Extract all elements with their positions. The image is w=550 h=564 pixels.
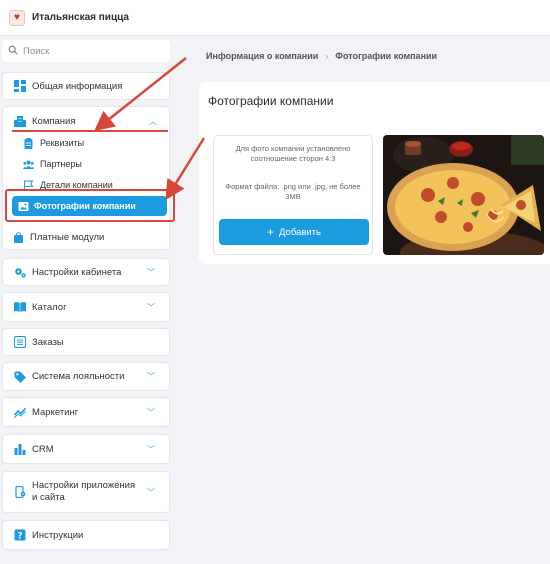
- page-title: Фотографии компании: [208, 94, 334, 108]
- search-icon: [8, 42, 18, 60]
- chevron-down-icon[interactable]: ﹀: [147, 444, 155, 455]
- annotation-highlight-box: [5, 189, 175, 222]
- sidebar-item-loyalty[interactable]: Система лояльности ﹀: [2, 362, 170, 391]
- sidebar-item-catalog[interactable]: Каталог ﹀: [2, 292, 170, 322]
- phone-settings-icon: [13, 486, 26, 499]
- annotation-underline: [12, 130, 168, 132]
- sidebar-item-label: Настройки приложения: [32, 480, 136, 491]
- help-icon: ?: [13, 529, 26, 542]
- sidebar-item-app-settings[interactable]: Настройки приложения и сайта ﹀: [2, 471, 170, 513]
- people-icon: [22, 158, 34, 170]
- sidebar-subitem-label: Партнеры: [40, 159, 82, 169]
- upload-card: Для фото компании установлено соотношение…: [213, 135, 373, 255]
- chevron-down-icon[interactable]: ﹀: [147, 407, 155, 418]
- sidebar-item-label: Платные модули: [30, 231, 105, 243]
- brand-logo: ♥: [9, 9, 25, 26]
- upload-hint-ratio: Для фото компании установлено соотношение…: [235, 144, 351, 163]
- sidebar-item-label-continued: и сайта: [32, 492, 65, 503]
- sidebar-item-label: Система лояльности: [32, 371, 125, 382]
- sidebar-item-marketing[interactable]: Маркетинг ﹀: [2, 397, 170, 427]
- sidebar-item-instructions[interactable]: ? Инструкции: [2, 520, 170, 550]
- tag-icon: [13, 370, 26, 383]
- sidebar-item-label: Настройки кабинета: [32, 266, 122, 278]
- svg-text:?: ?: [17, 531, 22, 541]
- company-photo-pizza[interactable]: [383, 135, 544, 255]
- list-icon: [13, 336, 26, 349]
- top-bar: ♥ Итальянская пицца: [0, 0, 550, 36]
- dashboard-icon: [13, 80, 26, 93]
- sidebar-item-cabinet-settings[interactable]: Настройки кабинета ﹀: [2, 258, 170, 286]
- trend-icon: [13, 406, 26, 419]
- sidebar-item-crm[interactable]: CRM ﹀: [2, 434, 170, 464]
- upload-hint-format: Формат файла: .png или .jpg, не более 3MB: [225, 182, 361, 201]
- search-input[interactable]: [23, 45, 163, 57]
- bag-icon: [12, 231, 24, 243]
- photos-panel: Фотографии компании Для фото компании ус…: [199, 82, 550, 264]
- sidebar-item-label: Компания: [32, 115, 76, 127]
- plus-icon: +: [266, 225, 274, 239]
- building-icon: [13, 115, 26, 128]
- chevron-up-icon[interactable]: ︿: [149, 116, 157, 127]
- sidebar-subitem-label: Реквизиты: [40, 138, 85, 148]
- sidebar-search: [2, 40, 170, 62]
- sidebar-subitem-partners[interactable]: Партнеры: [22, 155, 82, 173]
- chevron-down-icon[interactable]: ﹀: [147, 371, 155, 382]
- bar-chart-icon: [13, 443, 26, 456]
- add-photo-button[interactable]: + Добавить: [219, 219, 369, 245]
- add-photo-label: Добавить: [279, 226, 321, 238]
- breadcrumb-parent[interactable]: Информация о компании: [206, 51, 318, 61]
- sidebar-item-label: Маркетинг: [32, 406, 79, 418]
- clipboard-icon: [22, 137, 34, 149]
- sidebar-item-paid-modules[interactable]: Платные модули: [12, 228, 104, 246]
- sidebar-item-general[interactable]: Общая информация: [2, 72, 170, 100]
- sidebar-item-orders[interactable]: Заказы: [2, 328, 170, 356]
- sidebar-item-label: Инструкции: [32, 529, 84, 541]
- breadcrumb: Информация о компании › Фотографии компа…: [206, 51, 437, 61]
- sidebar-item-label: Каталог: [32, 301, 67, 313]
- sidebar-item-label: Заказы: [32, 336, 64, 348]
- book-icon: [13, 301, 26, 314]
- sidebar-item-label: CRM: [32, 443, 54, 455]
- chevron-down-icon[interactable]: ﹀: [147, 267, 155, 278]
- breadcrumb-separator: ›: [325, 51, 329, 61]
- breadcrumb-current: Фотографии компании: [335, 51, 438, 61]
- sidebar-subitem-requisites[interactable]: Реквизиты: [22, 134, 84, 152]
- sidebar-item-label: Общая информация: [32, 80, 123, 92]
- chevron-down-icon[interactable]: ﹀: [147, 302, 155, 313]
- chevron-down-icon[interactable]: ﹀: [147, 487, 155, 498]
- app-name: Итальянская пицца: [32, 12, 129, 23]
- gears-icon: [13, 266, 26, 279]
